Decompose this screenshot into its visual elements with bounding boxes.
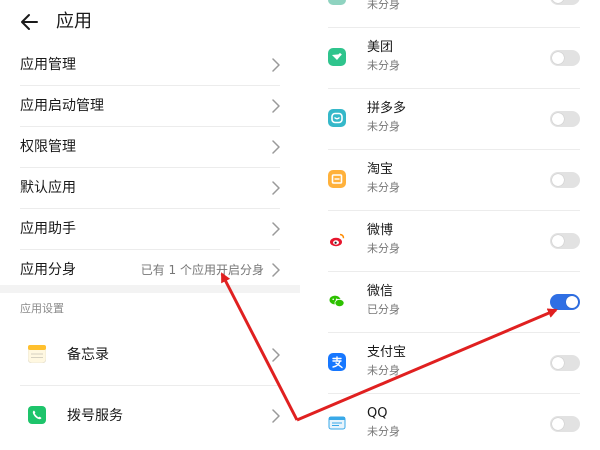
- app-name: 美团: [367, 40, 394, 55]
- alipay-icon: [328, 353, 346, 371]
- menu-item-label: 权限管理: [20, 139, 76, 155]
- app-row-wechat: 微信 已分身: [328, 272, 580, 333]
- menu-item-app-twin[interactable]: 应用分身 已有 1 个应用开启分身: [20, 250, 280, 290]
- taobao-twin-toggle[interactable]: [550, 172, 580, 188]
- app-name: 淘宝: [367, 162, 394, 177]
- menu-item-label: 应用启动管理: [20, 98, 104, 114]
- app-name: 微信: [367, 284, 394, 299]
- app-twin-status: 已有 1 个应用开启分身: [140, 263, 264, 277]
- chevron-right-icon: [272, 58, 280, 72]
- app-row-weibo: 微博 未分身: [328, 211, 580, 272]
- chevron-right-icon: [272, 263, 280, 277]
- toggle-knob: [552, 357, 564, 369]
- app-twin-state: 未分身: [367, 364, 400, 377]
- menu-item-app-launch-management[interactable]: 应用启动管理: [20, 86, 280, 127]
- chevron-right-icon: [272, 99, 280, 113]
- toggle-knob: [566, 296, 578, 308]
- section-divider: [0, 285, 300, 293]
- toggle-knob: [552, 0, 564, 3]
- app-twin-state: 未分身: [367, 59, 400, 72]
- app-row-meituan: 美团 未分身: [328, 28, 580, 89]
- settings-item-label: 备忘录: [67, 347, 109, 363]
- app-twin-state: 未分身: [367, 425, 400, 438]
- app-name: 拼多多: [367, 101, 407, 116]
- toggle-knob: [552, 235, 564, 247]
- app-twin-state: 已分身: [367, 303, 400, 316]
- app-name: 微博: [367, 223, 394, 238]
- settings-item-dialer[interactable]: 拨号服务: [20, 385, 280, 446]
- toggle-knob: [552, 418, 564, 430]
- app-twin-list: 未分身 美团 未分身 拼多多 未分身 淘宝 未分身 微博 未分身 微信 已分身 …: [328, 0, 580, 450]
- app-twin-state: 未分身: [367, 181, 400, 194]
- back-arrow-icon[interactable]: [20, 12, 40, 32]
- menu-item-label: 应用分身: [20, 262, 76, 278]
- settings-item-label: 拨号服务: [67, 408, 123, 424]
- app-settings-list: 备忘录 拨号服务: [0, 325, 300, 446]
- menu-list: 应用管理 应用启动管理 权限管理 默认应用 应用助手 应用分身 已有 1 个应用…: [0, 45, 300, 290]
- app-icon: [328, 0, 346, 5]
- chevron-right-icon: [272, 181, 280, 195]
- section-header: 应用设置: [20, 302, 64, 315]
- app-row-taobao: 淘宝 未分身: [328, 150, 580, 211]
- meituan-twin-toggle[interactable]: [550, 50, 580, 66]
- wechat-twin-toggle[interactable]: [550, 294, 580, 310]
- alipay-twin-toggle[interactable]: [550, 355, 580, 371]
- app-row-alipay: 支付宝 未分身: [328, 333, 580, 394]
- chevron-right-icon: [272, 409, 280, 423]
- menu-item-label: 默认应用: [20, 180, 76, 196]
- weibo-twin-toggle[interactable]: [550, 233, 580, 249]
- weibo-icon: [328, 231, 346, 249]
- menu-item-app-management[interactable]: 应用管理: [20, 45, 280, 86]
- qq-icon: [328, 414, 346, 432]
- menu-item-app-assistant[interactable]: 应用助手: [20, 209, 280, 250]
- meituan-icon: [328, 48, 346, 66]
- app-row-top: 未分身: [328, 0, 580, 28]
- app-twin-state: 未分身: [367, 242, 400, 255]
- app-settings-panel: 应用 应用管理 应用启动管理 权限管理 默认应用 应用助手 应用分身 已有 1 …: [0, 0, 300, 450]
- app-row-pinduoduo: 拼多多 未分身: [328, 89, 580, 150]
- pinduoduo-twin-toggle[interactable]: [550, 111, 580, 127]
- chevron-right-icon: [272, 348, 280, 362]
- menu-item-default-apps[interactable]: 默认应用: [20, 168, 280, 209]
- app-twin-state: 未分身: [367, 0, 400, 11]
- chevron-right-icon: [272, 140, 280, 154]
- app-name: 支付宝: [367, 345, 407, 360]
- phone-icon: [28, 406, 46, 424]
- wechat-icon: [328, 292, 346, 310]
- toggle-knob: [552, 174, 564, 186]
- chevron-right-icon: [272, 222, 280, 236]
- settings-item-memo[interactable]: 备忘录: [20, 325, 280, 385]
- toggle-knob: [552, 52, 564, 64]
- app-twin-toggle[interactable]: [550, 0, 580, 5]
- header: 应用: [0, 0, 300, 44]
- app-row-qq: QQ 未分身: [328, 394, 580, 450]
- taobao-icon: [328, 170, 346, 188]
- page-title: 应用: [56, 11, 92, 32]
- toggle-knob: [552, 113, 564, 125]
- memo-icon: [28, 345, 46, 363]
- menu-item-permission-management[interactable]: 权限管理: [20, 127, 280, 168]
- app-twin-state: 未分身: [367, 120, 400, 133]
- qq-twin-toggle[interactable]: [550, 416, 580, 432]
- app-name: QQ: [367, 406, 388, 421]
- menu-item-label: 应用管理: [20, 57, 76, 73]
- app-twin-panel: 未分身 美团 未分身 拼多多 未分身 淘宝 未分身 微博 未分身 微信 已分身 …: [300, 0, 600, 450]
- menu-item-label: 应用助手: [20, 221, 76, 237]
- pinduoduo-icon: [328, 109, 346, 127]
